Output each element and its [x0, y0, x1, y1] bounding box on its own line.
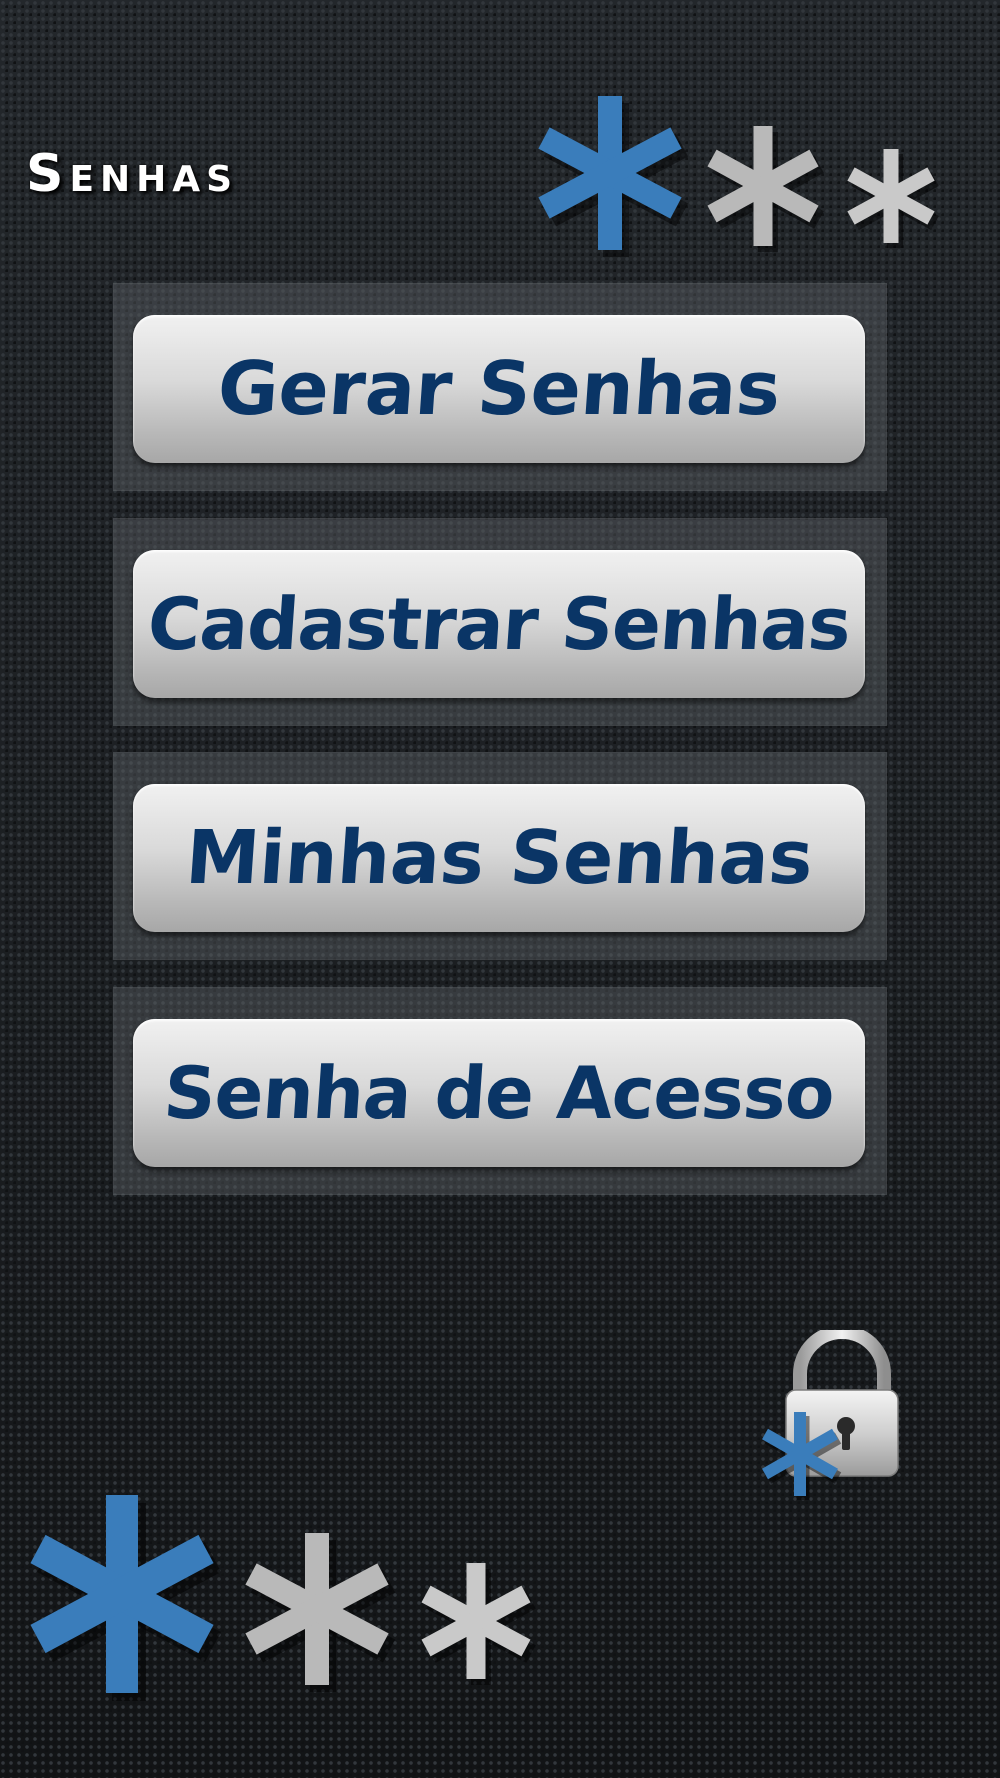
gerar-senhas-label: Gerar Senhas	[214, 346, 784, 432]
senha-de-acesso-label: Senha de Acesso	[161, 1051, 837, 1135]
minhas-senhas-button[interactable]: Minhas Senhas	[133, 784, 865, 932]
gray-asterisk-icon	[421, 1563, 536, 1685]
senha-de-acesso-button[interactable]: Senha de Acesso	[133, 1019, 865, 1167]
menu-panel-gerar-senhas: Gerar Senhas	[113, 283, 887, 491]
cadastrar-senhas-button[interactable]: Cadastrar Senhas	[133, 550, 865, 698]
blue-asterisk-icon	[538, 96, 689, 257]
small-blue-asterisk-icon	[762, 1412, 842, 1500]
cadastrar-senhas-label: Cadastrar Senhas	[144, 582, 853, 666]
gray-asterisk-icon	[707, 126, 824, 252]
gray-asterisk-icon	[245, 1533, 396, 1692]
minhas-senhas-label: Minhas Senhas	[182, 815, 816, 901]
app-title: Senhas	[26, 144, 239, 204]
menu-panel-senha-de-acesso: Senha de Acesso	[113, 987, 887, 1195]
menu-panel-cadastrar-senhas: Cadastrar Senhas	[113, 518, 887, 726]
blue-asterisk-icon	[30, 1495, 222, 1701]
menu-panel-minhas-senhas: Minhas Senhas	[113, 752, 887, 960]
gray-asterisk-icon	[847, 149, 939, 248]
main-screen: Senhas Gerar Senhas Cadastrar Senhas Min…	[0, 0, 1000, 1778]
gerar-senhas-button[interactable]: Gerar Senhas	[133, 315, 865, 463]
